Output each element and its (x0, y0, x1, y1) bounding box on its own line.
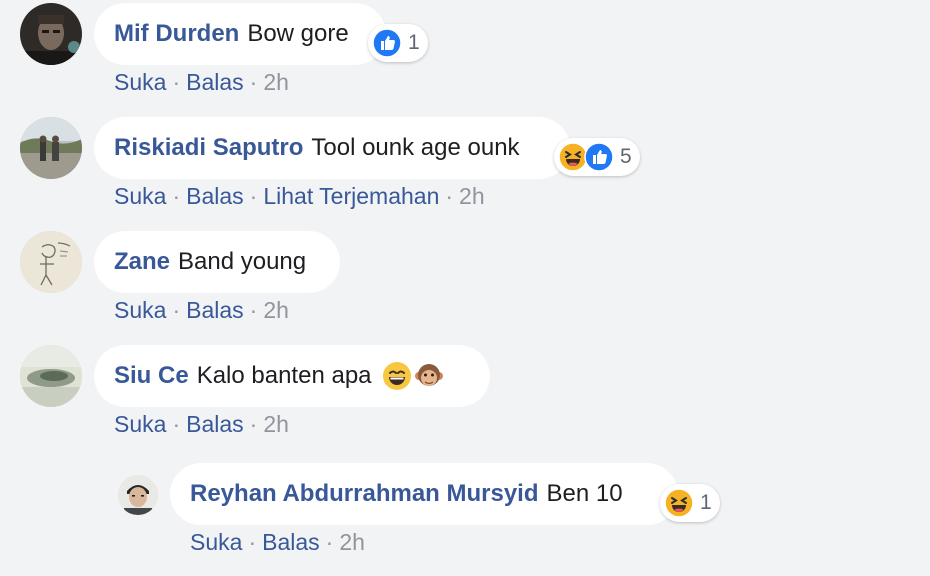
separator: · (172, 69, 181, 95)
comment: Mif Durden Bow gore 1 Suka · Balas · 2h (0, 3, 930, 113)
comment: Siu Ce Kalo banten apa Suka · Balas · 2h (0, 345, 930, 455)
separator: · (249, 411, 258, 437)
avatar[interactable] (118, 475, 158, 515)
separator: · (172, 183, 181, 209)
timestamp[interactable]: 2h (263, 411, 289, 437)
comment-author[interactable]: Reyhan Abdurrahman Mursyid (190, 480, 539, 508)
comment-actions: Suka · Balas · 2h (114, 297, 289, 324)
grinning-squint-emoji (382, 361, 412, 391)
like-link[interactable]: Suka (114, 297, 166, 323)
comment-bubble: Riskiadi Saputro Tool ounk age ounk (94, 117, 570, 179)
avatar[interactable] (20, 117, 82, 179)
separator: · (445, 183, 454, 209)
separator: · (325, 529, 334, 555)
reply-comment: Reyhan Abdurrahman Mursyid Ben 10 1 Suka… (0, 463, 930, 573)
separator: · (249, 297, 258, 323)
reaction-count: 1 (408, 31, 420, 54)
comment: Riskiadi Saputro Tool ounk age ounk 5 Su… (0, 117, 930, 227)
comment-text: Kalo banten apa (196, 362, 372, 389)
reaction-count: 1 (700, 491, 712, 514)
comment-bubble: Zane Band young (94, 231, 340, 293)
comment-text: Band young (178, 248, 307, 275)
separator: · (249, 69, 258, 95)
comment-author[interactable]: Siu Ce (114, 362, 189, 390)
comment-actions: Suka · Balas · 2h (114, 411, 289, 438)
separator: · (172, 411, 181, 437)
comment: Zane Band young Suka · Balas · 2h (0, 231, 930, 341)
like-link[interactable]: Suka (190, 529, 242, 555)
comment-author[interactable]: Mif Durden (114, 20, 239, 48)
reply-link[interactable]: Balas (186, 297, 244, 323)
comment-thread: { "comments": [ { "author": "Mif Durden"… (0, 0, 930, 576)
reply-link[interactable]: Balas (262, 529, 320, 555)
comment-author[interactable]: Riskiadi Saputro (114, 134, 303, 162)
reply-link[interactable]: Balas (186, 69, 244, 95)
timestamp[interactable]: 2h (263, 297, 289, 323)
separator: · (249, 183, 258, 209)
reactions-badge[interactable]: 5 (554, 138, 640, 176)
reactions-badge[interactable]: 1 (368, 24, 428, 62)
comment-actions: Suka · Balas · 2h (114, 69, 289, 96)
separator: · (248, 529, 257, 555)
reactions-badge[interactable]: 1 (660, 484, 720, 522)
comment-bubble: Mif Durden Bow gore (94, 3, 386, 65)
comment-bubble: Reyhan Abdurrahman Mursyid Ben 10 (170, 463, 678, 525)
monkey-face-emoji (414, 361, 444, 391)
comment-actions: Suka · Balas · Lihat Terjemahan · 2h (114, 183, 485, 210)
timestamp[interactable]: 2h (339, 529, 365, 555)
comment-bubble: Siu Ce Kalo banten apa (94, 345, 490, 407)
reply-link[interactable]: Balas (186, 183, 244, 209)
comment-actions: Suka · Balas · 2h (190, 529, 365, 556)
avatar[interactable] (20, 3, 82, 65)
haha-icon (664, 488, 694, 518)
like-link[interactable]: Suka (114, 69, 166, 95)
comment-text: Tool ounk age ounk (311, 134, 520, 161)
like-icon (584, 142, 614, 172)
comment-text: Ben 10 (546, 480, 623, 507)
like-link[interactable]: Suka (114, 183, 166, 209)
timestamp[interactable]: 2h (263, 69, 289, 95)
separator: · (172, 297, 181, 323)
like-link[interactable]: Suka (114, 411, 166, 437)
avatar[interactable] (20, 345, 82, 407)
reaction-count: 5 (620, 145, 632, 168)
reply-link[interactable]: Balas (186, 411, 244, 437)
like-icon (372, 28, 402, 58)
see-translation-link[interactable]: Lihat Terjemahan (263, 183, 439, 209)
comment-text: Bow gore (247, 20, 349, 47)
avatar[interactable] (20, 231, 82, 293)
comment-author[interactable]: Zane (114, 248, 170, 276)
timestamp[interactable]: 2h (459, 183, 485, 209)
